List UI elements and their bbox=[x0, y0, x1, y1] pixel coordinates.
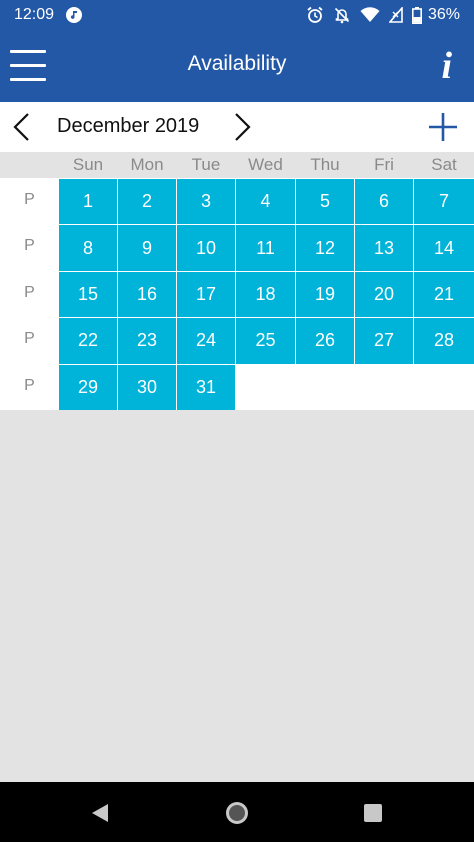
calendar-day[interactable]: 10 bbox=[177, 225, 235, 271]
calendar-day[interactable]: 6 bbox=[355, 179, 413, 225]
battery-icon bbox=[411, 6, 422, 24]
calendar-day[interactable]: 17 bbox=[177, 271, 235, 318]
weekday-mon: Mon bbox=[130, 155, 164, 174]
weekday-thu: Thu bbox=[310, 155, 340, 174]
calendar-day[interactable]: 16 bbox=[118, 271, 176, 318]
week-label: P bbox=[24, 237, 35, 255]
calendar-day[interactable]: 12 bbox=[296, 225, 354, 271]
week-label: P bbox=[24, 376, 35, 394]
info-icon[interactable]: i bbox=[441, 46, 452, 86]
weekday-fri: Fri bbox=[374, 155, 394, 174]
page-title: Availability bbox=[187, 52, 287, 75]
status-icons: 36% bbox=[306, 6, 460, 24]
week-label: P bbox=[24, 283, 35, 301]
calendar-day[interactable]: 9 bbox=[118, 225, 176, 271]
weekday-sat: Sat bbox=[431, 155, 457, 174]
back-nav-button[interactable] bbox=[86, 798, 116, 828]
calendar-day[interactable]: 15 bbox=[59, 271, 117, 318]
wifi-icon bbox=[360, 7, 380, 23]
add-availability-button[interactable] bbox=[428, 112, 458, 142]
calendar-day[interactable]: 3 bbox=[177, 179, 235, 225]
signal-icon bbox=[388, 7, 403, 23]
calendar-day[interactable]: 23 bbox=[118, 318, 176, 364]
month-navigation: December 2019 bbox=[0, 102, 474, 152]
system-navigation-bar bbox=[0, 782, 474, 842]
calendar-day[interactable]: 2 bbox=[118, 179, 176, 225]
status-bar: 12:09 36% bbox=[0, 0, 474, 30]
calendar-day[interactable]: 29 bbox=[59, 364, 117, 410]
calendar-day[interactable]: 27 bbox=[355, 318, 413, 364]
calendar-day[interactable]: 28 bbox=[414, 318, 474, 364]
weekday-header: Sun Mon Tue Wed Thu Fri Sat bbox=[0, 152, 474, 178]
calendar-day[interactable]: 21 bbox=[414, 271, 474, 318]
recents-nav-button[interactable] bbox=[358, 798, 388, 828]
calendar-day[interactable]: 31 bbox=[177, 364, 235, 410]
calendar-day[interactable]: 5 bbox=[296, 179, 354, 225]
calendar-grid: P 1 2 3 4 5 6 7 P 8 9 10 11 12 13 14 P 15 16 17 18 19 20 21 P 22 2… bbox=[0, 178, 474, 410]
weekday-wed: Wed bbox=[248, 155, 283, 174]
calendar-day[interactable]: 26 bbox=[296, 318, 354, 364]
weekday-sun: Sun bbox=[72, 155, 104, 174]
home-nav-button[interactable] bbox=[222, 798, 252, 828]
calendar-day[interactable]: 14 bbox=[414, 225, 474, 271]
notifications-off-icon bbox=[333, 6, 351, 24]
calendar-day[interactable]: 1 bbox=[59, 179, 117, 225]
app-bar: Availability i bbox=[0, 30, 474, 102]
week-label: P bbox=[24, 191, 35, 208]
battery-percentage: 36% bbox=[427, 6, 460, 23]
calendar-day[interactable]: 19 bbox=[296, 271, 354, 318]
alarm-icon bbox=[306, 6, 324, 24]
calendar-day[interactable]: 7 bbox=[414, 179, 474, 225]
week-label: P bbox=[24, 330, 35, 348]
calendar-day[interactable]: 11 bbox=[236, 225, 295, 271]
next-month-button[interactable] bbox=[230, 112, 254, 142]
calendar-day[interactable]: 25 bbox=[236, 318, 295, 364]
calendar-day[interactable]: 22 bbox=[59, 318, 117, 364]
calendar-day[interactable]: 18 bbox=[236, 271, 295, 318]
music-note-icon bbox=[66, 7, 83, 23]
calendar-day[interactable]: 4 bbox=[236, 179, 295, 225]
month-label: December 2019 bbox=[57, 115, 200, 137]
weekday-tue: Tue bbox=[191, 155, 221, 174]
calendar-day[interactable]: 30 bbox=[118, 364, 176, 410]
calendar-day[interactable]: 8 bbox=[59, 225, 117, 271]
calendar-day[interactable]: 20 bbox=[355, 271, 413, 318]
calendar-day[interactable]: 13 bbox=[355, 225, 413, 271]
status-time: 12:09 bbox=[14, 6, 55, 23]
previous-month-button[interactable] bbox=[10, 112, 34, 142]
calendar-day[interactable]: 24 bbox=[177, 318, 235, 364]
